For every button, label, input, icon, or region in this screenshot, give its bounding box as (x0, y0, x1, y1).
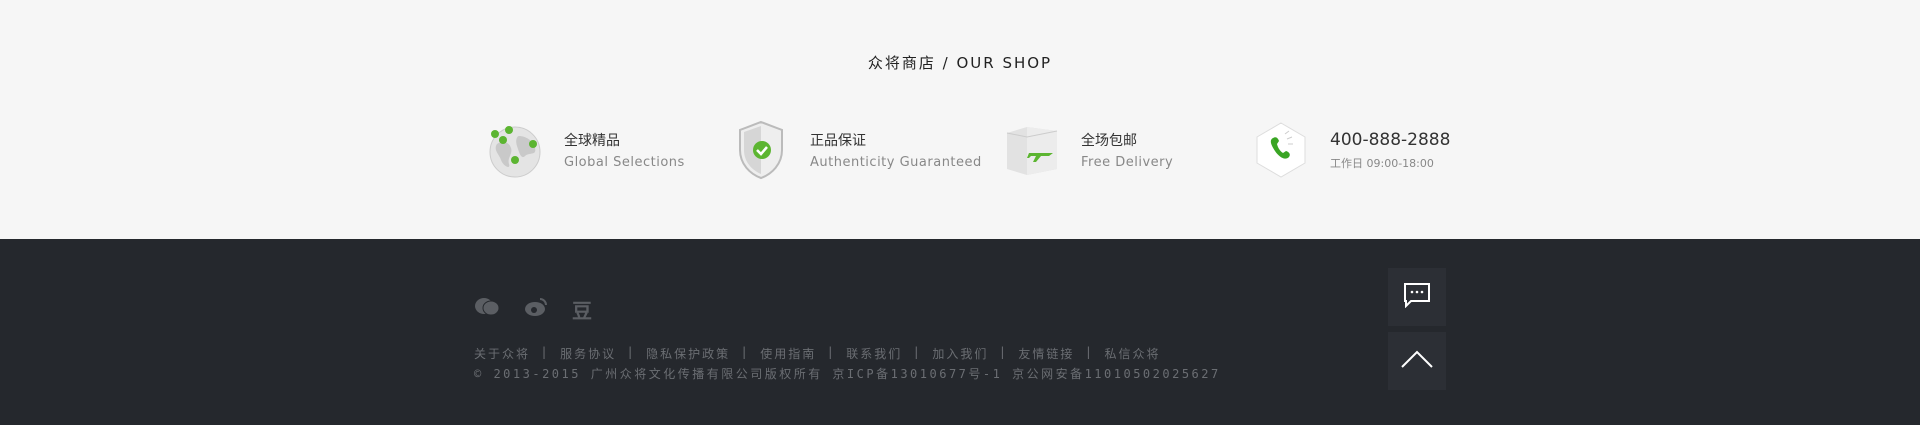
feature-global: 全球精品 Global Selections (486, 118, 685, 182)
feature-authentic: 正品保证 Authenticity Guaranteed (732, 118, 982, 182)
feature-title: 正品保证 (810, 133, 866, 149)
link-friends[interactable]: 友情链接 (1018, 345, 1074, 362)
feature-title: 全球精品 (564, 133, 620, 149)
feature-delivery: 全场包邮 Free Delivery (1003, 118, 1173, 182)
footer-links: 关于众将 | 服务协议 | 隐私保护政策 | 使用指南 | 联系我们 | 加入我们 | 友情… (474, 345, 1161, 362)
link-message[interactable]: 私信众将 (1104, 345, 1160, 362)
phone-number[interactable]: 400-888-2888 (1330, 130, 1450, 150)
footer: 豆 关于众将 | 服务协议 | 隐私保护政策 | 使用指南 | 联系我们 | 加入我们 | … (0, 239, 1920, 425)
feature-title: 全场包邮 (1081, 133, 1137, 149)
shield-check-icon (732, 120, 790, 180)
social-links: 豆 (474, 295, 592, 324)
box-plane-icon (1003, 121, 1061, 179)
globe-icon (486, 121, 544, 179)
link-contact[interactable]: 联系我们 (846, 345, 902, 362)
feature-subtitle: Global Selections (564, 155, 685, 170)
link-terms[interactable]: 服务协议 (560, 345, 616, 362)
link-join[interactable]: 加入我们 (932, 345, 988, 362)
shop-title: 众将商店 / OUR SHOP (867, 54, 1053, 72)
link-privacy[interactable]: 隐私保护政策 (646, 345, 730, 362)
copyright: © 2013-2015 广州众将文化传播有限公司版权所有 京ICP备130106… (474, 367, 1221, 381)
douban-icon[interactable]: 豆 (572, 295, 592, 324)
working-hours: 工作日 09:00-18:00 (1330, 156, 1434, 170)
feature-subtitle: Free Delivery (1081, 155, 1174, 170)
chat-icon (1403, 282, 1431, 312)
link-about[interactable]: 关于众将 (474, 345, 530, 362)
weibo-icon[interactable] (524, 297, 548, 322)
link-guide[interactable]: 使用指南 (760, 345, 816, 362)
wechat-icon[interactable] (474, 297, 500, 322)
phone-icon (1252, 121, 1310, 179)
back-to-top-button[interactable] (1388, 332, 1446, 390)
chat-button[interactable] (1388, 268, 1446, 326)
shop-section: 众将商店 / OUR SHOP 全球精品 Global Selections 正品… (0, 0, 1920, 239)
back-to-top-icon (1400, 349, 1434, 373)
feature-subtitle: Authenticity Guaranteed (810, 155, 982, 170)
contact-phone: 400-888-2888 工作日 09:00-18:00 (1252, 118, 1450, 182)
